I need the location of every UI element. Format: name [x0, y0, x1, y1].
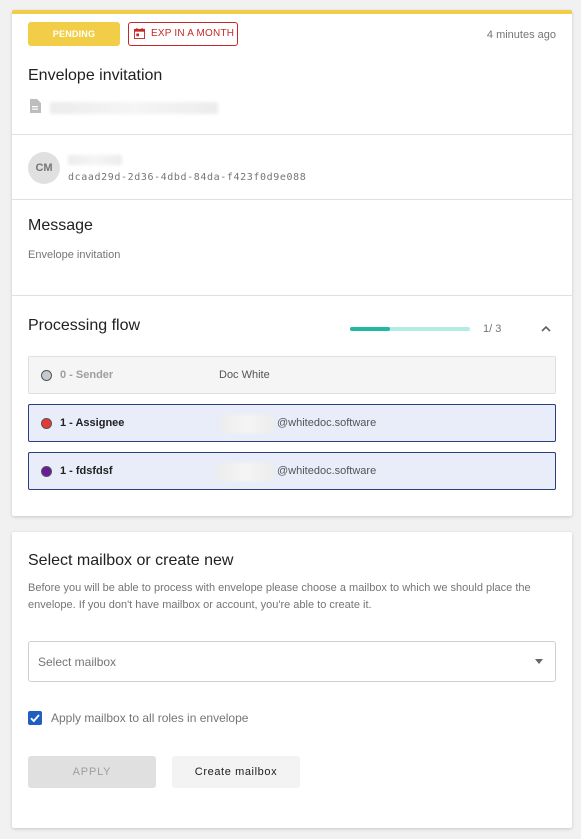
flow-step-email: Doc White: [219, 369, 270, 381]
flow-progress-bar: [350, 327, 470, 331]
time-ago: 4 minutes ago: [486, 29, 556, 41]
divider: [12, 199, 572, 200]
mailbox-card: Select mailbox or create new Before you …: [12, 532, 572, 828]
message-text: Envelope invitation: [28, 249, 121, 261]
mailbox-description: Before you will be able to process with …: [28, 582, 531, 611]
email-local-redacted: [220, 415, 275, 433]
apply-all-label[interactable]: Apply mailbox to all roles in envelope: [51, 711, 248, 725]
role-color-dot: [41, 466, 52, 477]
role-color-dot: [41, 418, 52, 429]
mailbox-select-placeholder: Select mailbox: [38, 655, 117, 669]
checkmark-icon: [30, 714, 40, 723]
flow-progress-text: 1/ 3: [483, 323, 502, 335]
message-heading: Message: [28, 217, 93, 234]
document-name-redacted: [50, 102, 218, 114]
create-mailbox-button[interactable]: Create mailbox: [172, 756, 300, 788]
envelope-card: PENDING EXP IN A MONTH 4 minutes ago Env…: [12, 10, 572, 516]
avatar: CM: [28, 152, 60, 184]
flow-step-role: 1 - Assignee: [60, 417, 125, 429]
mailbox-heading: Select mailbox or create new: [28, 552, 234, 569]
divider: [12, 134, 572, 135]
apply-button[interactable]: APPLY: [28, 756, 156, 788]
flow-step-role: 1 - fdsfdsf: [60, 465, 113, 477]
expiry-label: EXP IN A MONTH: [151, 28, 235, 39]
calendar-icon: [134, 28, 145, 39]
role-color-dot: [41, 370, 52, 381]
sender-id: dcaad29d-2d36-4dbd-84da-f423f0d9e088: [68, 172, 307, 183]
flow-step-assignee[interactable]: 1 - Assignee @whitedoc.software: [28, 404, 556, 442]
mailbox-select[interactable]: Select mailbox: [28, 641, 556, 682]
flow-step-fdsfdsf[interactable]: 1 - fdsfdsf @whitedoc.software: [28, 452, 556, 490]
sender-name-redacted: [68, 155, 122, 165]
flow-step-role: 0 - Sender: [60, 369, 114, 381]
email-local-redacted: [216, 463, 275, 481]
apply-all-checkbox[interactable]: [28, 711, 42, 725]
envelope-title: Envelope invitation: [28, 67, 163, 84]
processing-flow-heading: Processing flow: [28, 317, 141, 334]
chevron-up-icon[interactable]: [540, 323, 552, 335]
flow-step-sender[interactable]: 0 - Sender Doc White: [28, 356, 556, 394]
caret-down-icon: [535, 659, 543, 664]
expiry-badge: EXP IN A MONTH: [128, 22, 238, 46]
flow-step-email: @whitedoc.software: [277, 465, 377, 477]
status-badge: PENDING: [28, 22, 120, 46]
flow-progress-fill: [350, 327, 390, 331]
document-icon: [30, 99, 41, 113]
divider: [12, 295, 572, 296]
flow-step-email: @whitedoc.software: [277, 417, 377, 429]
